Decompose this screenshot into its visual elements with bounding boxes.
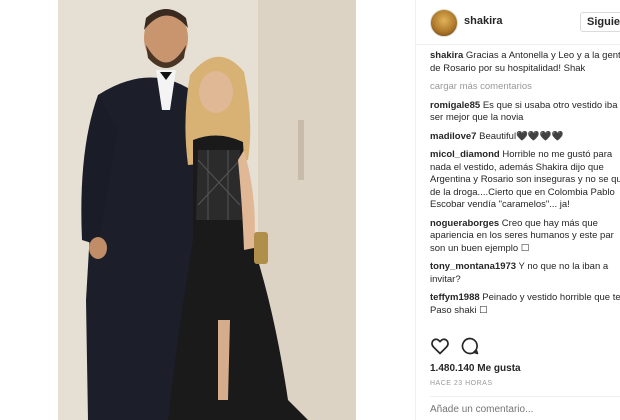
comment-item: nogueraborges Creo que hay más que apari… <box>430 218 620 256</box>
comment-username[interactable]: romigale85 <box>430 100 480 111</box>
post-actions <box>430 336 620 358</box>
divider <box>430 396 620 397</box>
heart-outline-icon[interactable] <box>430 336 450 356</box>
header-username[interactable]: shakira <box>464 15 503 27</box>
comments-list: shakira Gracias a Antonella y Leo y a la… <box>430 50 620 323</box>
post-photo[interactable] <box>58 0 356 420</box>
comment-item: romigale85 Es que si usaba otro vestido … <box>430 100 620 125</box>
comment-username[interactable]: shakira <box>430 50 463 61</box>
add-comment-input[interactable] <box>430 404 620 415</box>
post-timestamp: HACE 23 HORAS <box>430 380 493 387</box>
post-sidebar: shakira Siguiendo shakira Gracias a Anto… <box>415 0 620 420</box>
comment-username[interactable]: tony_montana1973 <box>430 261 516 272</box>
post-header: shakira Siguiendo <box>416 0 620 45</box>
comment-item: madilove7 Beautiful🖤🖤🖤🖤 <box>430 131 620 144</box>
following-button[interactable]: Siguiendo <box>580 12 620 32</box>
couple-photo-illustration <box>58 0 356 420</box>
comment-username[interactable]: nogueraborges <box>430 218 499 229</box>
comment-item: teffym1988 Peinado y vestido horrible qu… <box>430 292 620 317</box>
speech-bubble-icon[interactable] <box>460 336 480 356</box>
post-photo-area <box>0 0 415 420</box>
comment-username[interactable]: micol_diamond <box>430 149 500 160</box>
comment-item: tony_montana1973 Y no que no la iban a i… <box>430 261 620 286</box>
comment-username[interactable]: madilove7 <box>430 131 476 142</box>
avatar[interactable] <box>430 9 458 37</box>
caption: shakira Gracias a Antonella y Leo y a la… <box>430 50 620 75</box>
comment-username[interactable]: teffym1988 <box>430 292 480 303</box>
comment-text: Beautiful🖤🖤🖤🖤 <box>479 130 564 142</box>
likes-count[interactable]: 1.480.140 Me gusta <box>430 363 521 374</box>
comment-item: micol_diamond Horrible no me gustó para … <box>430 149 620 212</box>
load-more-comments-link[interactable]: cargar más comentarios <box>430 81 620 94</box>
